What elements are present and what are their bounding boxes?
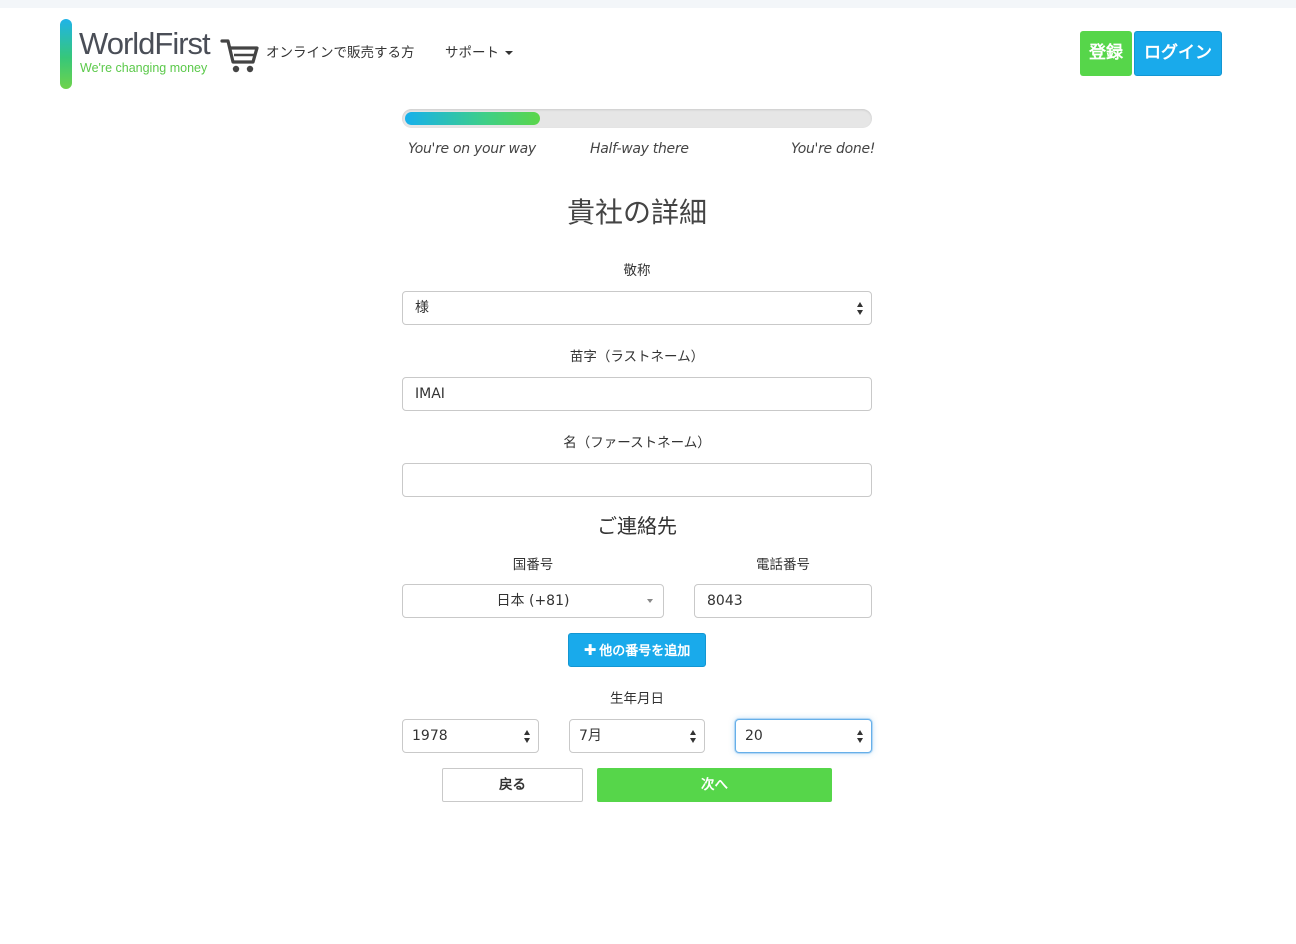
- plus-icon: ✚: [583, 641, 597, 659]
- shopping-cart-icon[interactable]: [220, 37, 260, 75]
- select-arrows-icon: [857, 730, 864, 743]
- country-code-label: 国番号: [512, 557, 554, 573]
- salutation-label: 敬称: [623, 263, 651, 279]
- contact-section-title: ご連絡先: [597, 514, 677, 538]
- add-phone-number-button[interactable]: ✚ 他の番号を追加: [568, 633, 706, 667]
- country-code-select[interactable]: 日本 (+81): [402, 584, 664, 618]
- dob-month-select[interactable]: 7月: [569, 719, 705, 753]
- logo-tagline: We're changing money: [80, 61, 208, 75]
- dob-year-value: 1978: [412, 728, 448, 744]
- country-code-value: 日本 (+81): [496, 593, 570, 609]
- salutation-value: 様: [415, 300, 429, 316]
- first-name-label: 名（ファーストネーム）: [563, 435, 711, 451]
- salutation-select[interactable]: 様: [402, 291, 872, 325]
- dob-day-value: 20: [745, 728, 763, 744]
- progress-label-half: Half-way there: [590, 141, 689, 157]
- progress-bar: [402, 109, 872, 128]
- chevron-down-icon: [647, 599, 653, 603]
- page-title: 貴社の詳細: [566, 196, 707, 229]
- top-strip: [0, 0, 1296, 8]
- add-phone-number-label: 他の番号を追加: [599, 644, 691, 659]
- last-name-input[interactable]: IMAI: [402, 377, 872, 411]
- nav-online-sellers[interactable]: オンラインで販売する方: [266, 44, 415, 62]
- logo-name: WorldFirst: [79, 26, 211, 61]
- first-name-input[interactable]: [402, 463, 872, 497]
- select-arrows-icon: [857, 302, 864, 315]
- dob-label: 生年月日: [610, 691, 664, 707]
- caret-down-icon: [505, 51, 513, 55]
- worldfirst-logo[interactable]: WorldFirst We're changing money: [60, 19, 211, 91]
- nav-support-label: サポート: [445, 45, 499, 61]
- progress-label-start: You're on your way: [408, 141, 536, 157]
- phone-input[interactable]: 8043: [694, 584, 872, 618]
- select-arrows-icon: [524, 730, 531, 743]
- next-button[interactable]: 次へ: [597, 768, 832, 802]
- logo-bar-icon: [60, 19, 72, 89]
- dob-month-value: 7月: [579, 728, 602, 744]
- dob-day-select[interactable]: 20: [735, 719, 872, 753]
- login-button[interactable]: ログイン: [1134, 31, 1222, 76]
- progress-fill: [405, 112, 540, 125]
- phone-label: 電話番号: [756, 557, 810, 573]
- last-name-value: IMAI: [415, 386, 445, 402]
- register-button[interactable]: 登録: [1080, 31, 1132, 76]
- dob-year-select[interactable]: 1978: [402, 719, 539, 753]
- last-name-label: 苗字（ラストネーム）: [569, 349, 705, 365]
- phone-value: 8043: [707, 593, 743, 609]
- back-button[interactable]: 戻る: [442, 768, 583, 802]
- select-arrows-icon: [690, 730, 697, 743]
- progress-label-done: You're done!: [791, 141, 876, 157]
- nav-support-dropdown[interactable]: サポート: [445, 44, 513, 62]
